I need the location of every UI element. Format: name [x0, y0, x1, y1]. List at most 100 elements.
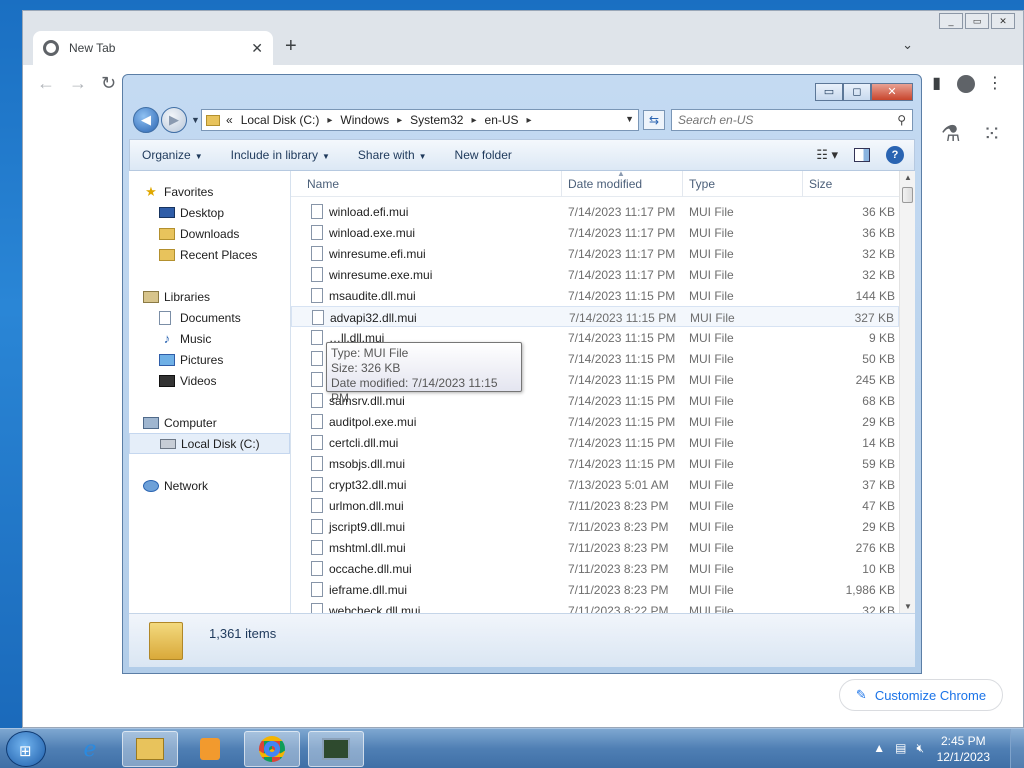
- file-date: 7/11/2023 8:23 PM: [568, 583, 669, 597]
- back-arrow-icon[interactable]: ←: [37, 73, 55, 94]
- apps-grid-icon[interactable]: ⁙: [983, 121, 1001, 147]
- file-row[interactable]: msaudite.dll.mui 7/14/2023 11:15 PM MUI Fi…: [291, 285, 899, 306]
- file-row[interactable]: certcli.dll.mui 7/14/2023 11:15 PM MUI Fil…: [291, 432, 899, 453]
- tab-close-icon[interactable]: ✕: [251, 40, 263, 57]
- nav-local-disk[interactable]: Local Disk (C:): [129, 433, 290, 454]
- include-in-library-menu[interactable]: Include in library ▼: [231, 148, 330, 162]
- reload-icon[interactable]: ↻: [101, 73, 116, 94]
- scroll-up-icon[interactable]: ▲: [904, 173, 912, 182]
- nav-computer[interactable]: Computer: [129, 412, 290, 433]
- column-divider[interactable]: [561, 171, 562, 197]
- taskbar-chrome[interactable]: [244, 731, 300, 767]
- recent-pages-chevron-icon[interactable]: ▼: [191, 115, 200, 125]
- share-with-menu[interactable]: Share with ▼: [358, 148, 427, 162]
- address-history-chevron-icon[interactable]: ▼: [625, 114, 634, 124]
- new-tab-button[interactable]: +: [285, 35, 297, 58]
- file-row[interactable]: crypt32.dll.mui 7/13/2023 5:01 AM MUI File…: [291, 474, 899, 495]
- chrome-restore-button[interactable]: ▭: [965, 13, 989, 29]
- breadcrumb-system32[interactable]: System32: [410, 113, 463, 127]
- file-row[interactable]: webcheck.dll.mui 7/11/2023 8:22 PM MUI Fil…: [291, 600, 899, 613]
- explorer-minimize-button[interactable]: ▭: [815, 83, 843, 101]
- profile-avatar-icon[interactable]: [957, 75, 975, 93]
- breadcrumb-separator-icon[interactable]: ▸: [527, 115, 532, 126]
- nav-recent-places[interactable]: Recent Places: [129, 244, 290, 265]
- file-row[interactable]: winload.efi.mui 7/14/2023 11:17 PM MUI Fil…: [291, 201, 899, 222]
- explorer-close-button[interactable]: ✕: [871, 83, 913, 101]
- file-row[interactable]: jscript9.dll.mui 7/11/2023 8:23 PM MUI Fil…: [291, 516, 899, 537]
- nav-videos[interactable]: Videos: [129, 370, 290, 391]
- file-row[interactable]: winresume.exe.mui 7/14/2023 11:17 PM MUI F…: [291, 264, 899, 285]
- column-header-date-modified[interactable]: Date modified: [568, 177, 642, 191]
- nav-downloads[interactable]: Downloads: [129, 223, 290, 244]
- start-button[interactable]: ⊞: [6, 731, 46, 767]
- forward-button[interactable]: ▶: [161, 107, 187, 133]
- column-header-name[interactable]: Name: [307, 177, 339, 191]
- breadcrumb-separator-icon[interactable]: ▸: [471, 115, 476, 126]
- file-date: 7/11/2023 8:22 PM: [568, 604, 669, 613]
- file-date: 7/11/2023 8:23 PM: [568, 541, 669, 555]
- breadcrumb-separator-icon[interactable]: ▸: [327, 115, 332, 126]
- nav-desktop[interactable]: Desktop: [129, 202, 290, 223]
- scroll-down-icon[interactable]: ▼: [904, 602, 912, 611]
- column-divider[interactable]: [682, 171, 683, 197]
- forward-arrow-icon[interactable]: →: [69, 73, 87, 94]
- refresh-button[interactable]: ⇆: [643, 110, 665, 130]
- nav-pictures[interactable]: Pictures: [129, 349, 290, 370]
- file-row[interactable]: advapi32.dll.mui 7/14/2023 11:15 PM MUI Fi…: [291, 306, 899, 327]
- file-date: 7/14/2023 11:15 PM: [568, 457, 676, 471]
- organize-menu[interactable]: Organize ▼: [142, 148, 203, 162]
- breadcrumb-separator-icon[interactable]: ▸: [397, 115, 402, 126]
- chrome-tab-new-tab[interactable]: New Tab ✕: [33, 31, 273, 65]
- back-button[interactable]: ◀: [133, 107, 159, 133]
- nav-libraries[interactable]: Libraries: [129, 286, 290, 307]
- volume-muted-icon[interactable]: 🔇︎: [916, 741, 924, 756]
- file-row[interactable]: occache.dll.mui 7/11/2023 8:23 PM MUI File…: [291, 558, 899, 579]
- kebab-menu-icon[interactable]: ⋮: [987, 73, 1003, 93]
- vertical-scrollbar[interactable]: ▲ ▼: [899, 171, 915, 613]
- labs-flask-icon[interactable]: ⚗: [941, 121, 961, 147]
- chrome-close-button[interactable]: ✕: [991, 13, 1015, 29]
- breadcrumb-windows[interactable]: Windows: [340, 113, 389, 127]
- file-row[interactable]: winresume.efi.mui 7/14/2023 11:17 PM MUI F…: [291, 243, 899, 264]
- taskbar-windows-explorer[interactable]: [122, 731, 178, 767]
- taskbar-internet-explorer[interactable]: ℯ: [62, 731, 118, 767]
- breadcrumb-en-us[interactable]: en-US: [485, 113, 519, 127]
- customize-chrome-button[interactable]: ✎ Customize Chrome: [839, 679, 1003, 711]
- scroll-thumb[interactable]: [902, 187, 913, 203]
- side-panel-icon[interactable]: ▮: [932, 73, 941, 93]
- file-row[interactable]: samsrv.dll.mui 7/14/2023 11:15 PM MUI File…: [291, 390, 899, 411]
- search-box[interactable]: ⚲: [671, 109, 913, 131]
- file-row[interactable]: msobjs.dll.mui 7/14/2023 11:15 PM MUI File…: [291, 453, 899, 474]
- search-input[interactable]: [678, 113, 898, 127]
- nav-network[interactable]: Network: [129, 475, 290, 496]
- show-desktop-button[interactable]: [1010, 729, 1024, 768]
- breadcrumb-overflow[interactable]: «: [226, 113, 233, 127]
- file-size: 245 KB: [855, 373, 895, 387]
- chrome-minimize-button[interactable]: _: [939, 13, 963, 29]
- file-row[interactable]: auditpol.exe.mui 7/14/2023 11:15 PM MUI Fi…: [291, 411, 899, 432]
- explorer-maximize-button[interactable]: ◻: [843, 83, 871, 101]
- file-row[interactable]: ieframe.dll.mui 7/11/2023 8:23 PM MUI File…: [291, 579, 899, 600]
- nav-favorites[interactable]: ★ Favorites: [129, 181, 290, 202]
- preview-pane-icon[interactable]: [854, 148, 870, 162]
- nav-music[interactable]: ♪ Music: [129, 328, 290, 349]
- file-row[interactable]: winload.exe.mui 7/14/2023 11:17 PM MUI Fil…: [291, 222, 899, 243]
- taskbar-monitor-app[interactable]: [308, 731, 364, 767]
- file-size: 32 KB: [862, 268, 895, 282]
- network-tray-icon[interactable]: ▤: [895, 741, 906, 756]
- file-row[interactable]: mshtml.dll.mui 7/11/2023 8:23 PM MUI File 2…: [291, 537, 899, 558]
- change-view-icon[interactable]: ☷ ▾: [816, 147, 838, 163]
- column-header-size[interactable]: Size: [809, 177, 832, 191]
- new-folder-button[interactable]: New folder: [455, 148, 512, 162]
- help-icon[interactable]: ?: [886, 146, 904, 164]
- breadcrumb-local-disk[interactable]: Local Disk (C:): [241, 113, 320, 127]
- taskbar-media-player[interactable]: [182, 731, 238, 767]
- clock[interactable]: 2:45 PM 12/1/2023: [937, 733, 990, 765]
- file-row[interactable]: urlmon.dll.mui 7/11/2023 8:23 PM MUI File 4…: [291, 495, 899, 516]
- tab-search-chevron-icon[interactable]: ⌄: [902, 37, 913, 53]
- nav-documents[interactable]: Documents: [129, 307, 290, 328]
- show-hidden-icons-icon[interactable]: ▲: [873, 741, 885, 756]
- column-header-type[interactable]: Type: [689, 177, 715, 191]
- address-bar[interactable]: « Local Disk (C:) ▸ Windows ▸ System32 ▸…: [201, 109, 639, 131]
- column-divider[interactable]: [802, 171, 803, 197]
